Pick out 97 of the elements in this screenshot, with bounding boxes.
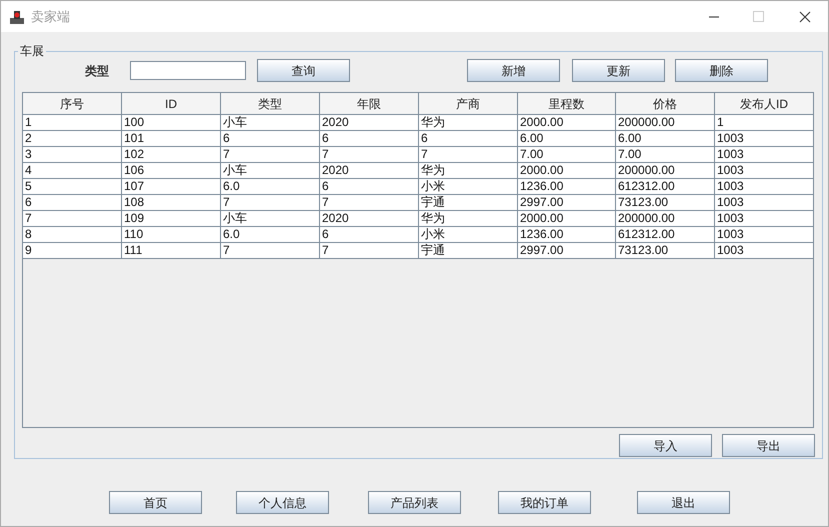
table-cell: 7 [419, 147, 518, 163]
table-cell: 7.00 [616, 147, 715, 163]
table-cell: 6 [320, 179, 419, 195]
table-cell: 1003 [715, 179, 814, 195]
table-cell: 2 [23, 131, 122, 147]
table-cell: 2997.00 [518, 243, 616, 259]
table-cell: 7 [23, 211, 122, 227]
io-button[interactable]: 导入 [619, 434, 712, 457]
table-cell: 华为 [419, 115, 518, 131]
action-button[interactable]: 删除 [675, 59, 768, 82]
table-cell: 小米 [419, 179, 518, 195]
column-header[interactable]: 序号 [23, 93, 122, 115]
table-cell: 73123.00 [616, 195, 715, 211]
column-header[interactable]: 发布人ID [715, 93, 814, 115]
table-cell: 2020 [320, 211, 419, 227]
table-cell: 1003 [715, 163, 814, 179]
table-cell: 宇通 [419, 195, 518, 211]
table-cell: 2000.00 [518, 211, 616, 227]
table-cell: 6.0 [221, 227, 320, 243]
column-header[interactable]: 价格 [616, 93, 715, 115]
table-cell: 2997.00 [518, 195, 616, 211]
table-cell: 108 [122, 195, 221, 211]
window-title: 卖家端 [31, 8, 70, 26]
table-cell: 3 [23, 147, 122, 163]
table-cell: 1003 [715, 195, 814, 211]
nav-button[interactable]: 产品列表 [368, 491, 461, 514]
table-cell: 200000.00 [616, 163, 715, 179]
column-header[interactable]: 产商 [419, 93, 518, 115]
table-cell: 73123.00 [616, 243, 715, 259]
table-cell: 小米 [419, 227, 518, 243]
table-cell: 9 [23, 243, 122, 259]
table-cell: 华为 [419, 163, 518, 179]
table-cell: 小车 [221, 163, 320, 179]
table-cell: 华为 [419, 211, 518, 227]
column-header[interactable]: 类型 [221, 93, 320, 115]
io-button[interactable]: 导出 [722, 434, 815, 457]
table-cell: 7 [221, 243, 320, 259]
table-cell: 106 [122, 163, 221, 179]
action-button[interactable]: 新增 [467, 59, 560, 82]
table-cell: 宇通 [419, 243, 518, 259]
table-cell: 612312.00 [616, 227, 715, 243]
type-label: 类型 [85, 62, 109, 80]
column-header[interactable]: 里程数 [518, 93, 616, 115]
table-cell: 1 [715, 115, 814, 131]
table-cell: 6.00 [616, 131, 715, 147]
table-cell: 1236.00 [518, 227, 616, 243]
table-cell: 6 [23, 195, 122, 211]
table-cell: 102 [122, 147, 221, 163]
table-cell: 小车 [221, 115, 320, 131]
action-button[interactable]: 更新 [572, 59, 665, 82]
query-button[interactable]: 查询 [257, 59, 350, 82]
table-cell: 小车 [221, 211, 320, 227]
table-cell: 1003 [715, 147, 814, 163]
close-icon[interactable] [799, 10, 811, 22]
table-cell: 6 [419, 131, 518, 147]
nav-button[interactable]: 我的订单 [498, 491, 591, 514]
table-cell: 7 [221, 147, 320, 163]
table-cell: 6 [320, 227, 419, 243]
column-header[interactable]: 年限 [320, 93, 419, 115]
table-cell: 1003 [715, 243, 814, 259]
table-cell: 111 [122, 243, 221, 259]
table-cell: 2000.00 [518, 163, 616, 179]
table-cell: 6.00 [518, 131, 616, 147]
table-cell: 2020 [320, 115, 419, 131]
table-cell: 7 [320, 195, 419, 211]
nav-button[interactable]: 退出 [637, 491, 730, 514]
table-cell: 2000.00 [518, 115, 616, 131]
table-cell: 6 [320, 131, 419, 147]
table-cell: 200000.00 [616, 115, 715, 131]
column-header[interactable]: ID [122, 93, 221, 115]
nav-button[interactable]: 个人信息 [236, 491, 329, 514]
nav-button[interactable]: 首页 [109, 491, 202, 514]
table-cell: 1 [23, 115, 122, 131]
table-cell: 7 [320, 243, 419, 259]
table-cell: 7 [221, 195, 320, 211]
table-cell: 6.0 [221, 179, 320, 195]
table-cell: 100 [122, 115, 221, 131]
table-cell: 1003 [715, 211, 814, 227]
table-cell: 2020 [320, 163, 419, 179]
table-cell: 612312.00 [616, 179, 715, 195]
table-cell: 1236.00 [518, 179, 616, 195]
table-cell: 109 [122, 211, 221, 227]
table-cell: 5 [23, 179, 122, 195]
table-cell: 200000.00 [616, 211, 715, 227]
type-input-field[interactable] [130, 61, 246, 80]
table-cell: 8 [23, 227, 122, 243]
table-cell: 7.00 [518, 147, 616, 163]
table-cell: 4 [23, 163, 122, 179]
table-cell: 107 [122, 179, 221, 195]
table-cell: 110 [122, 227, 221, 243]
table-cell: 7 [320, 147, 419, 163]
table-cell: 101 [122, 131, 221, 147]
table-cell: 1003 [715, 227, 814, 243]
panel-title: 车展 [18, 43, 46, 59]
app-icon [9, 8, 25, 24]
table-cell: 1003 [715, 131, 814, 147]
table-cell: 6 [221, 131, 320, 147]
